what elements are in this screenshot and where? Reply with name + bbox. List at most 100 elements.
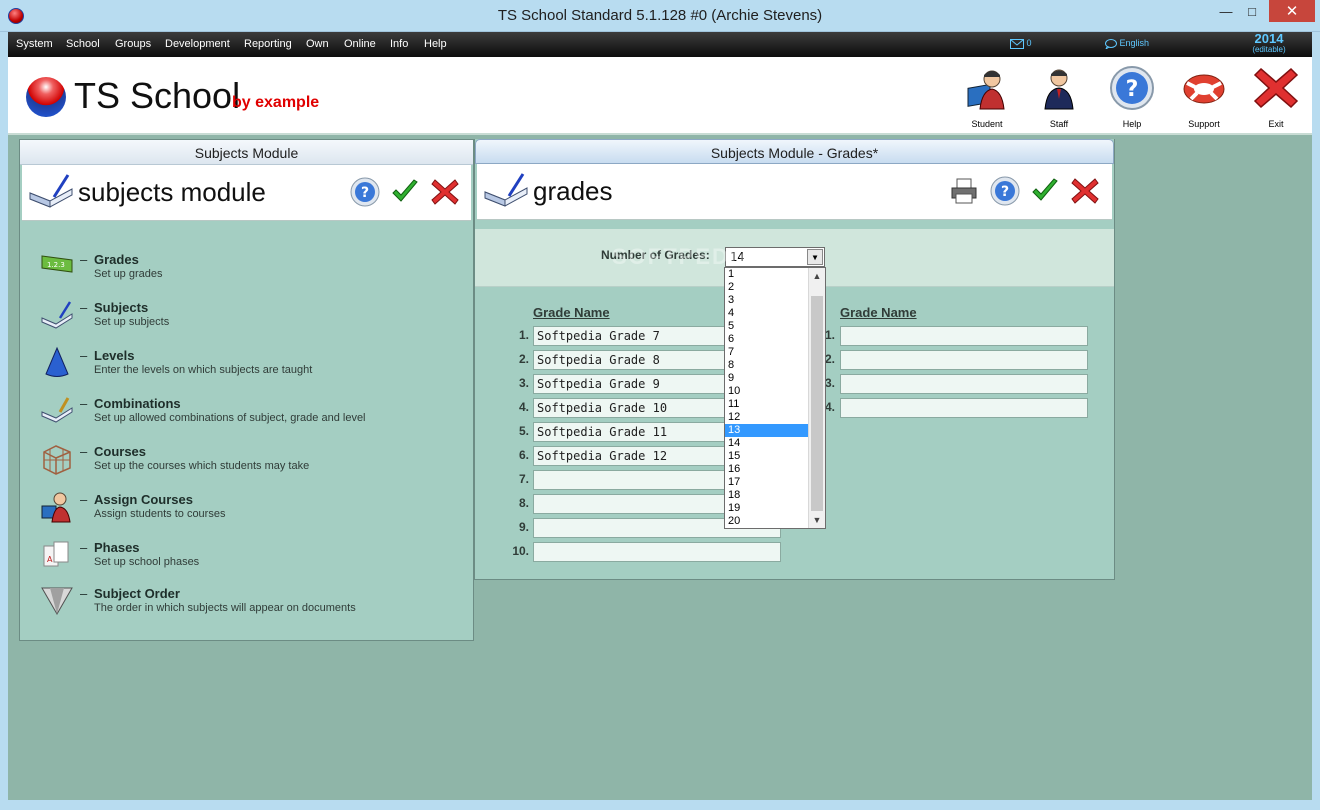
grade-name-input[interactable] [840, 374, 1088, 394]
phases-icon: A [43, 541, 69, 567]
help-icon[interactable]: ? [990, 176, 1020, 206]
mail-indicator[interactable]: 0 [1010, 38, 1032, 49]
student-button[interactable]: Student [959, 65, 1015, 129]
dropdown-option[interactable]: 11 [725, 398, 808, 411]
exit-button[interactable]: Exit [1248, 65, 1304, 129]
nav-item-desc: Set up the courses which students may ta… [94, 460, 310, 472]
dropdown-option[interactable]: 7 [725, 346, 808, 359]
cancel-icon[interactable] [1070, 176, 1100, 206]
menu-groups[interactable]: Groups [115, 38, 151, 50]
help-icon[interactable]: ? [350, 177, 380, 207]
menu-info[interactable]: Info [390, 38, 408, 50]
dropdown-option[interactable]: 5 [725, 320, 808, 333]
app-header: TS School by example Student Staff ? Hel… [8, 57, 1312, 135]
panel-title: subjects module [78, 177, 266, 207]
dropdown-option[interactable]: 12 [725, 411, 808, 424]
help-button[interactable]: ? Help [1104, 65, 1160, 129]
cancel-icon[interactable] [430, 177, 460, 207]
window-frame-bottom [0, 800, 1320, 810]
logo-ball-icon [26, 77, 66, 117]
funnel-icon [41, 587, 73, 616]
support-label: Support [1188, 119, 1220, 129]
nav-item-desc: Assign students to courses [94, 508, 226, 520]
student-icon [967, 70, 1005, 110]
help-label: Help [1122, 119, 1142, 129]
panel-caption: Subjects Module [20, 140, 473, 165]
dropdown-option[interactable]: 1 [725, 268, 808, 281]
nav-item-label: Combinations [94, 396, 181, 411]
language-selector[interactable]: English [1104, 38, 1150, 51]
close-button[interactable]: ✕ [1269, 0, 1315, 22]
maximize-button[interactable]: □ [1239, 0, 1265, 22]
row-number: 8. [518, 496, 529, 510]
window-frame-right [1312, 32, 1320, 800]
dropdown-option[interactable]: 20 [725, 515, 808, 528]
menu-online[interactable]: Online [344, 38, 376, 50]
dropdown-scrollbar[interactable]: ▲ ▼ [808, 268, 825, 528]
grade-name-input[interactable] [840, 398, 1088, 418]
help-icon: ? [1110, 66, 1154, 110]
support-button[interactable]: Support [1176, 65, 1232, 129]
dropdown-option[interactable]: 19 [725, 502, 808, 515]
year-note: (editable) [1252, 45, 1286, 54]
nav-item-label: Phases [94, 540, 140, 555]
svg-text:1.2.3: 1.2.3 [47, 261, 65, 269]
chevron-down-icon[interactable]: ▼ [807, 249, 823, 265]
nav-item-label: Levels [94, 348, 135, 363]
title-bar: TS School Standard 5.1.128 #0 (Archie St… [0, 0, 1320, 32]
nav-item-label: Subjects [94, 300, 149, 315]
checkmark-icon[interactable] [390, 177, 420, 207]
book-icon [41, 301, 73, 329]
grade-name-input[interactable] [533, 542, 781, 562]
svg-text:?: ? [1126, 77, 1139, 102]
nav-item-subjects[interactable]: – Subjects Set up subjects [40, 298, 460, 338]
grade-name-input[interactable] [840, 326, 1088, 346]
menu-system[interactable]: System [16, 38, 53, 50]
dropdown-option[interactable]: 6 [725, 333, 808, 346]
svg-text:A: A [47, 555, 53, 564]
nav-item-grades[interactable]: 1.2.3 – Grades Set up grades [40, 250, 460, 290]
language-label: English [1119, 38, 1150, 48]
menu-development[interactable]: Development [165, 38, 230, 50]
scrollbar-thumb[interactable] [811, 296, 823, 511]
nav-item-desc: Set up subjects [94, 316, 170, 328]
staff-button[interactable]: Staff [1031, 65, 1087, 129]
minimize-button[interactable]: — [1213, 0, 1239, 22]
row-number: 6. [518, 448, 529, 462]
chevron-up-icon[interactable]: ▲ [809, 268, 825, 284]
nav-item-combinations[interactable]: – Combinations Set up allowed combinatio… [40, 394, 460, 434]
dropdown-option[interactable]: 16 [725, 463, 808, 476]
menu-school[interactable]: School [66, 38, 100, 50]
grade-name-header-1: Grade Name [533, 305, 610, 320]
dropdown-option[interactable]: 18 [725, 489, 808, 502]
nav-item-assign-courses[interactable]: – Assign Courses Assign students to cour… [40, 490, 460, 530]
dropdown-option[interactable]: 2 [725, 281, 808, 294]
dropdown-option[interactable]: 8 [725, 359, 808, 372]
combination-icon [41, 397, 73, 423]
chevron-down-icon[interactable]: ▼ [809, 512, 825, 528]
dropdown-option[interactable]: 15 [725, 450, 808, 463]
nav-item-subject-order[interactable]: – Subject Order The order in which subje… [40, 584, 460, 624]
printer-icon[interactable] [949, 176, 979, 206]
dropdown-option[interactable]: 10 [725, 385, 808, 398]
nav-item-levels[interactable]: – Levels Enter the levels on which subje… [40, 346, 460, 386]
dropdown-option[interactable]: 3 [725, 294, 808, 307]
panel-header: grades ? [477, 164, 1112, 220]
nav-item-courses[interactable]: – Courses Set up the courses which stude… [40, 442, 460, 482]
dropdown-option[interactable]: 9 [725, 372, 808, 385]
dropdown-option[interactable]: 4 [725, 307, 808, 320]
panel-title: grades [533, 176, 613, 206]
number-of-grades-dropdown[interactable]: 1 2 3 4 5 6 7 8 9 10 11 12 13 14 15 16 1… [724, 267, 826, 529]
dropdown-option[interactable]: 17 [725, 476, 808, 489]
svg-text:?: ? [1001, 184, 1009, 200]
row-number: 10. [512, 544, 529, 558]
menu-own[interactable]: Own [306, 38, 329, 50]
dropdown-option-highlighted[interactable]: 13 [725, 424, 808, 437]
year-selector[interactable]: 2014 (editable) [1242, 32, 1296, 55]
grade-name-input[interactable] [840, 350, 1088, 370]
menu-reporting[interactable]: Reporting [244, 38, 292, 50]
nav-item-phases[interactable]: A – Phases Set up school phases [40, 538, 460, 578]
menu-help[interactable]: Help [424, 38, 447, 50]
dropdown-option[interactable]: 14 [725, 437, 808, 450]
checkmark-icon[interactable] [1030, 176, 1060, 206]
